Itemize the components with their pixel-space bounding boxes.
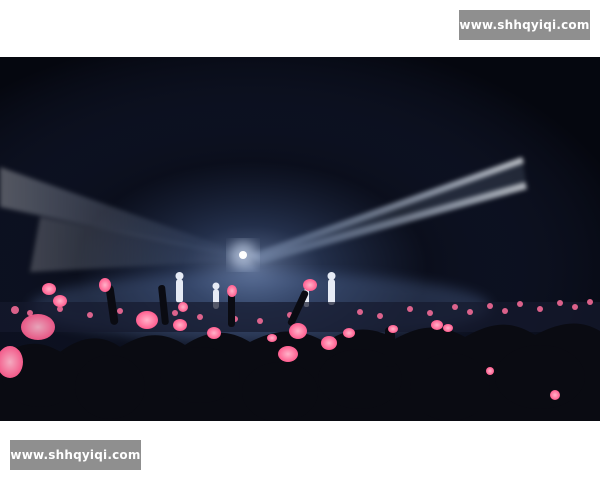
watermark-bottom: www.shhqyiqi.com	[10, 440, 141, 470]
concert-photo	[0, 57, 600, 421]
watermark-top: www.shhqyiqi.com	[459, 10, 590, 40]
spotlight-source	[239, 251, 247, 259]
concert-photo-svg	[0, 57, 600, 421]
page: www.shhqyiqi.com www.shhqyiqi.com	[0, 0, 600, 480]
